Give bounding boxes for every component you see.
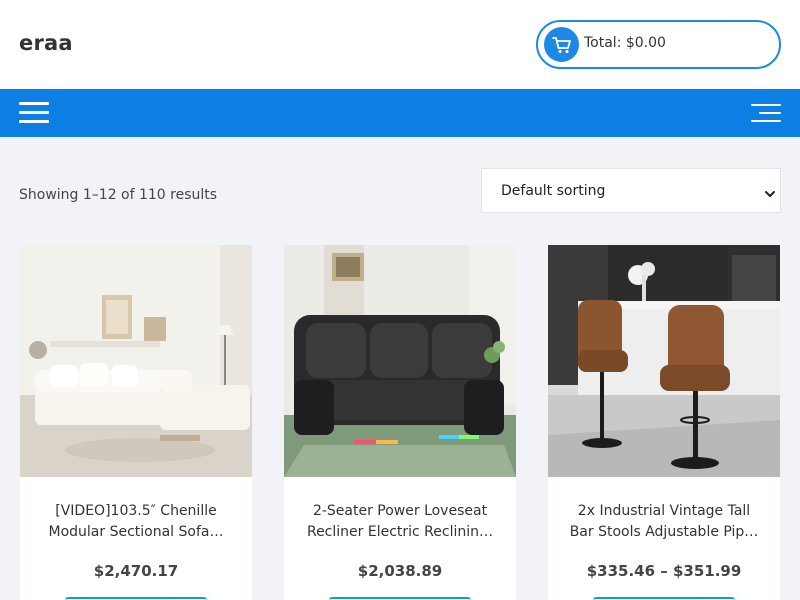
product-price: $2,470.17 [93, 562, 179, 580]
main-navbar [0, 89, 800, 137]
cart-total: Total: $0.00 [584, 35, 666, 51]
sorting-select[interactable]: Default sorting [481, 168, 781, 213]
product-title-line: 2-Seater Power Loveseat [312, 503, 488, 519]
product-title[interactable]: 2x Industrial Vintage Tall Bar Stools Ad… [556, 501, 772, 543]
hamburger-menu-icon[interactable] [19, 102, 49, 124]
chevron-down-icon [764, 186, 776, 204]
product-image[interactable] [284, 245, 516, 477]
product-title-line: Recliner Electric Reclinin… [306, 524, 494, 540]
product-price: $2,038.89 [357, 562, 443, 580]
product-card[interactable]: [VIDEO]103.5″ Chenille Modular Sectional… [20, 245, 252, 600]
product-card[interactable]: 2x Industrial Vintage Tall Bar Stools Ad… [548, 245, 780, 600]
product-title-line: [VIDEO]103.5″ Chenille [55, 503, 217, 519]
site-title[interactable]: eraa [19, 31, 73, 55]
site-header: eraa Total: $0.00 [0, 0, 800, 89]
product-title[interactable]: 2-Seater Power Loveseat Recliner Electri… [292, 501, 508, 543]
product-card[interactable]: 2-Seater Power Loveseat Recliner Electri… [284, 245, 516, 600]
shopping-cart-icon [544, 27, 579, 62]
secondary-menu-icon[interactable] [751, 104, 781, 122]
product-title[interactable]: [VIDEO]103.5″ Chenille Modular Sectional… [28, 501, 244, 543]
product-price: $335.46 – $351.99 [586, 562, 742, 580]
product-image[interactable] [548, 245, 780, 477]
sorting-selected-value: Default sorting [501, 183, 606, 199]
results-count: Showing 1–12 of 110 results [19, 187, 218, 203]
product-title-line: Bar Stools Adjustable Pip… [569, 524, 759, 540]
product-image[interactable] [20, 245, 252, 477]
product-title-line: 2x Industrial Vintage Tall [577, 503, 751, 519]
cart-button[interactable]: Total: $0.00 [536, 20, 781, 69]
product-title-line: Modular Sectional Sofa… [48, 524, 224, 540]
